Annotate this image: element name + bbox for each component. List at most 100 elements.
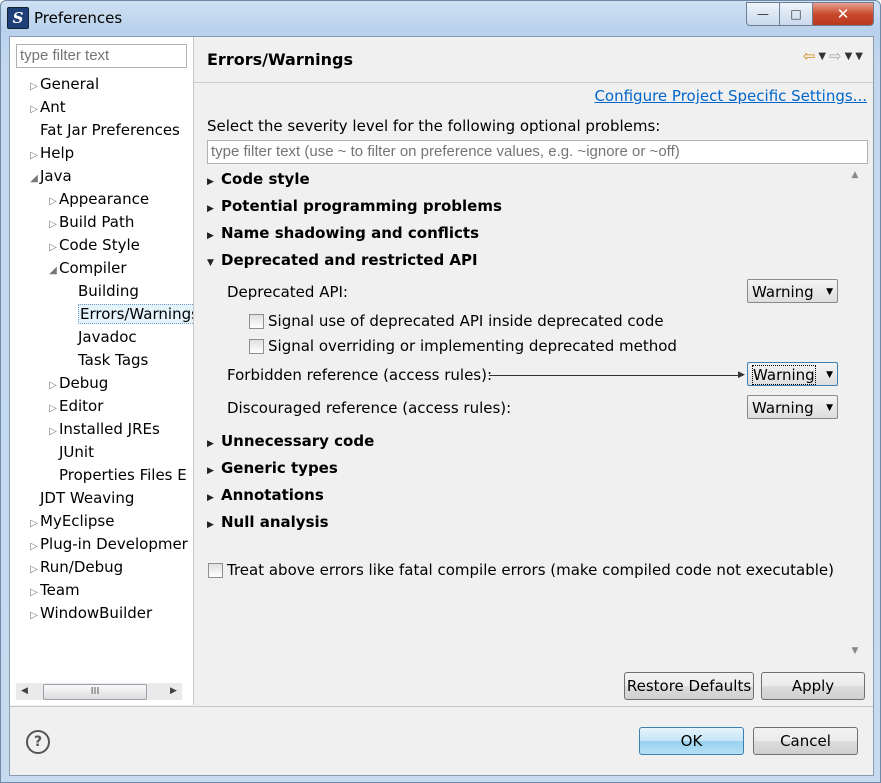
- tree-item-properties-files-e[interactable]: Properties Files E: [47, 464, 187, 487]
- tree-item-editor[interactable]: ▷ Editor: [47, 395, 103, 418]
- collapsed-arrow-icon[interactable]: ▷: [47, 190, 59, 213]
- collapsed-arrow-icon[interactable]: ▷: [28, 581, 40, 604]
- minimize-button[interactable]: —: [746, 2, 780, 26]
- problems-filter-input[interactable]: [207, 140, 868, 164]
- deprecated-api-severity-value: Warning: [752, 283, 814, 301]
- apply-button[interactable]: Apply: [761, 672, 865, 700]
- arrow-right-icon: ▶: [738, 370, 745, 380]
- section-code-style[interactable]: ▶ Code style: [207, 168, 310, 190]
- tree-filter-input[interactable]: [16, 44, 187, 68]
- ok-button[interactable]: OK: [639, 727, 744, 755]
- signal-deprecated-in-deprecated-label[interactable]: Signal use of deprecated API inside depr…: [268, 310, 664, 332]
- tree-item-ant[interactable]: ▷ Ant: [28, 96, 66, 119]
- signal-overriding-deprecated-label[interactable]: Signal overriding or implementing deprec…: [268, 335, 677, 357]
- tree-horizontal-scrollbar[interactable]: ◀ III ▶: [16, 683, 182, 700]
- tree-item-junit[interactable]: JUnit: [47, 441, 94, 464]
- section-potential-programming-problems[interactable]: ▶ Potential programming problems: [207, 195, 502, 217]
- collapsed-triangle-icon[interactable]: ▶: [207, 487, 221, 509]
- collapsed-triangle-icon[interactable]: ▶: [207, 460, 221, 482]
- collapsed-triangle-icon[interactable]: ▶: [207, 433, 221, 455]
- deprecated-api-severity-select[interactable]: Warning ▼: [747, 279, 838, 303]
- options-vertical-scrollbar[interactable]: ▲ ▼: [847, 170, 863, 660]
- scroll-down-icon[interactable]: ▼: [847, 646, 863, 660]
- title-bar[interactable]: S Preferences — □ ✕: [1, 1, 880, 35]
- tree-item-label: Installed JREs: [59, 420, 160, 438]
- tree-item-errors-warnings[interactable]: Errors/Warnings: [66, 303, 193, 326]
- scroll-thumb[interactable]: III: [43, 684, 147, 700]
- section-annotations[interactable]: ▶ Annotations: [207, 484, 324, 506]
- collapsed-arrow-icon[interactable]: ▷: [47, 213, 59, 236]
- signal-deprecated-in-deprecated-checkbox[interactable]: [249, 314, 264, 329]
- tree-item-help[interactable]: ▷ Help: [28, 142, 74, 165]
- collapsed-arrow-icon[interactable]: ▷: [28, 604, 40, 627]
- tree-item-jdt-weaving[interactable]: JDT Weaving: [28, 487, 134, 510]
- maximize-button[interactable]: □: [780, 2, 813, 26]
- tree-item-build-path[interactable]: ▷ Build Path: [47, 211, 134, 234]
- tree-item-code-style[interactable]: ▷ Code Style: [47, 234, 140, 257]
- forbidden-reference-severity-select[interactable]: Warning ▼: [747, 362, 838, 386]
- section-unnecessary-code[interactable]: ▶ Unnecessary code: [207, 430, 374, 452]
- tree-item-general[interactable]: ▷ General: [28, 73, 99, 96]
- collapsed-arrow-icon[interactable]: ▷: [47, 420, 59, 443]
- close-button[interactable]: ✕: [813, 2, 874, 26]
- collapsed-triangle-icon[interactable]: ▶: [207, 514, 221, 536]
- collapsed-arrow-icon[interactable]: ▷: [47, 374, 59, 397]
- severity-instruction-label: Select the severity level for the follow…: [207, 117, 661, 135]
- expanded-triangle-icon[interactable]: ▼: [207, 252, 221, 274]
- collapsed-triangle-icon[interactable]: ▶: [207, 225, 221, 247]
- section-null-analysis[interactable]: ▶ Null analysis: [207, 511, 329, 533]
- tree-item-plug-in-developmer[interactable]: ▷ Plug-in Developmer: [28, 533, 188, 556]
- tree-item-java[interactable]: ◢ Java: [28, 165, 72, 188]
- collapsed-arrow-icon[interactable]: ▷: [28, 144, 40, 167]
- treat-errors-fatal-checkbox[interactable]: [208, 563, 223, 578]
- tree-item-building[interactable]: Building: [66, 280, 139, 303]
- scroll-left-icon[interactable]: ◀: [16, 683, 33, 700]
- tree-item-javadoc[interactable]: Javadoc: [66, 326, 137, 349]
- tree-item-appearance[interactable]: ▷ Appearance: [47, 188, 149, 211]
- cancel-button[interactable]: Cancel: [753, 727, 858, 755]
- tree-item-label: Team: [40, 581, 80, 599]
- tree-item-task-tags[interactable]: Task Tags: [66, 349, 148, 372]
- tree-item-run-debug[interactable]: ▷ Run/Debug: [28, 556, 123, 579]
- expanded-arrow-icon[interactable]: ◢: [28, 167, 40, 190]
- expanded-arrow-icon[interactable]: ◢: [47, 259, 59, 282]
- section-label: Potential programming problems: [221, 197, 502, 215]
- tree-item-debug[interactable]: ▷ Debug: [47, 372, 108, 395]
- forward-dropdown-icon[interactable]: ▼: [845, 51, 853, 62]
- tree-item-installed-jres[interactable]: ▷ Installed JREs: [47, 418, 160, 441]
- collapsed-arrow-icon[interactable]: ▷: [28, 535, 40, 558]
- scroll-right-icon[interactable]: ▶: [165, 683, 182, 700]
- tree-item-compiler[interactable]: ◢ Compiler: [47, 257, 126, 282]
- section-name-shadowing-and-conflicts[interactable]: ▶ Name shadowing and conflicts: [207, 222, 479, 244]
- discouraged-reference-severity-select[interactable]: Warning ▼: [747, 395, 838, 419]
- collapsed-arrow-icon[interactable]: ▷: [28, 558, 40, 581]
- collapsed-triangle-icon[interactable]: ▶: [207, 198, 221, 220]
- back-arrow-icon[interactable]: ⇦: [803, 47, 816, 65]
- treat-errors-fatal-label[interactable]: Treat above errors like fatal compile er…: [227, 559, 834, 581]
- tree-item-windowbuilder[interactable]: ▷ WindowBuilder: [28, 602, 152, 625]
- tree-item-team[interactable]: ▷ Team: [28, 579, 80, 602]
- tree-item-label: Debug: [59, 374, 109, 392]
- collapsed-arrow-icon[interactable]: ▷: [47, 397, 59, 420]
- back-dropdown-icon[interactable]: ▼: [818, 51, 826, 62]
- section-generic-types[interactable]: ▶ Generic types: [207, 457, 338, 479]
- tree-item-label: Appearance: [59, 190, 150, 208]
- section-deprecated-and-restricted-api[interactable]: ▼ Deprecated and restricted API: [207, 249, 478, 271]
- tree-item-myeclipse[interactable]: ▷ MyEclipse: [28, 510, 114, 533]
- collapsed-triangle-icon[interactable]: ▶: [207, 171, 221, 193]
- forward-arrow-icon[interactable]: ⇨: [829, 47, 842, 65]
- signal-overriding-deprecated-checkbox[interactable]: [249, 339, 264, 354]
- collapsed-arrow-icon[interactable]: ▷: [28, 512, 40, 535]
- help-icon[interactable]: ?: [26, 730, 50, 754]
- view-menu-icon[interactable]: ▼: [855, 51, 863, 62]
- window-controls: — □ ✕: [746, 2, 874, 26]
- configure-project-settings-link[interactable]: Configure Project Specific Settings...: [594, 87, 867, 105]
- forbidden-reference-label: Forbidden reference (access rules):: [227, 366, 493, 384]
- collapsed-arrow-icon[interactable]: ▷: [47, 236, 59, 259]
- scroll-up-icon[interactable]: ▲: [847, 170, 863, 184]
- collapsed-arrow-icon[interactable]: ▷: [28, 98, 40, 121]
- section-label: Null analysis: [221, 513, 329, 531]
- collapsed-arrow-icon[interactable]: ▷: [28, 75, 40, 98]
- restore-defaults-button[interactable]: Restore Defaults: [624, 672, 754, 700]
- tree-item-fat-jar-preferences[interactable]: Fat Jar Preferences: [28, 119, 180, 142]
